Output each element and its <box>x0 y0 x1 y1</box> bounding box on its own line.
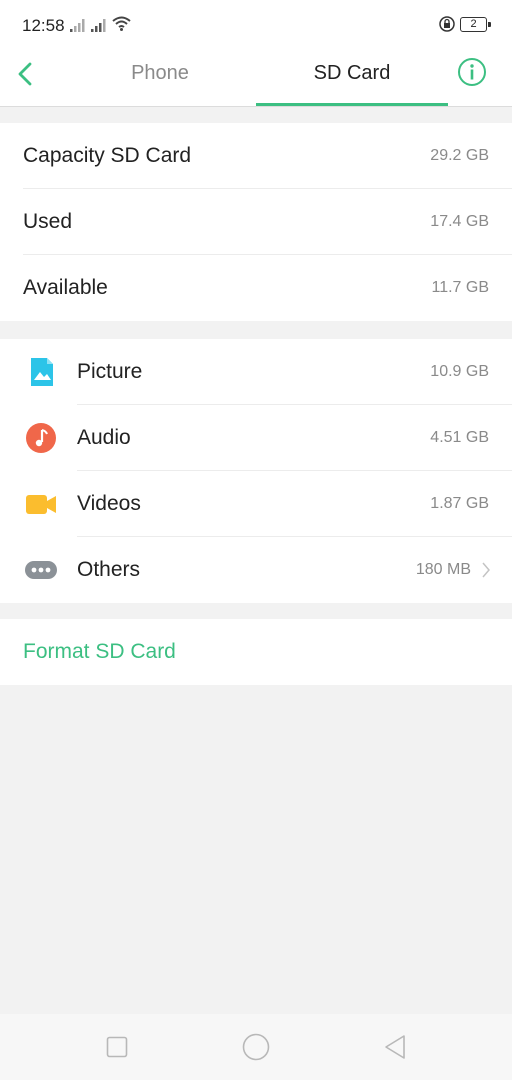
app-header: Phone SD Card <box>0 46 512 107</box>
available-row: Available 11.7 GB <box>0 255 512 321</box>
tab-sd-card[interactable]: SD Card <box>256 46 448 106</box>
storage-summary-group: Capacity SD Card 29.2 GB Used 17.4 GB Av… <box>0 123 512 321</box>
videos-size: 1.87 GB <box>430 495 489 512</box>
video-icon <box>26 495 56 514</box>
chevron-right-icon <box>482 562 490 578</box>
signal-icon <box>91 19 106 32</box>
audio-label: Audio <box>77 426 131 449</box>
status-time: 12:58 <box>22 16 65 35</box>
storage-categories-group: Picture 10.9 GB Audio 4.51 GB Videos 1.8… <box>0 339 512 603</box>
category-row-picture[interactable]: Picture 10.9 GB <box>0 339 512 405</box>
available-label: Available <box>23 276 108 299</box>
picture-label: Picture <box>77 360 143 383</box>
format-group: Format SD Card <box>0 619 512 685</box>
audio-icon <box>26 423 56 453</box>
available-value: 11.7 GB <box>431 279 489 296</box>
capacity-value: 29.2 GB <box>430 147 489 164</box>
back-button-icon[interactable] <box>383 1034 407 1060</box>
used-row: Used 17.4 GB <box>0 189 512 255</box>
picture-icon <box>31 358 53 386</box>
active-tab-indicator <box>256 103 448 106</box>
category-row-audio[interactable]: Audio 4.51 GB <box>0 405 512 471</box>
others-icon <box>25 561 57 579</box>
videos-label: Videos <box>77 492 141 515</box>
capacity-row: Capacity SD Card 29.2 GB <box>0 123 512 189</box>
tab-phone-label: Phone <box>131 62 189 84</box>
capacity-label: Capacity SD Card <box>23 144 192 167</box>
recents-button-icon[interactable] <box>106 1036 128 1058</box>
info-icon[interactable] <box>457 57 487 87</box>
used-value: 17.4 GB <box>430 213 489 230</box>
battery-icon: 2 <box>460 17 491 32</box>
tab-sd-card-label: SD Card <box>313 62 391 84</box>
others-size: 180 MB <box>415 561 471 578</box>
picture-size: 10.9 GB <box>430 363 489 380</box>
status-bar: 12:58 2 <box>0 0 512 46</box>
audio-size: 4.51 GB <box>430 429 489 446</box>
back-arrow-icon[interactable] <box>14 60 38 88</box>
wifi-icon <box>112 16 131 31</box>
used-label: Used <box>23 210 73 233</box>
format-sd-card-button[interactable]: Format SD Card <box>0 619 512 685</box>
rotation-lock-icon <box>439 16 455 32</box>
others-label: Others <box>77 558 141 581</box>
category-row-others[interactable]: Others 180 MB <box>0 537 512 603</box>
category-row-videos[interactable]: Videos 1.87 GB <box>0 471 512 537</box>
signal-icon <box>70 19 85 32</box>
navigation-bar <box>0 1014 512 1080</box>
tab-phone[interactable]: Phone <box>64 46 256 106</box>
home-button-icon[interactable] <box>242 1033 270 1061</box>
